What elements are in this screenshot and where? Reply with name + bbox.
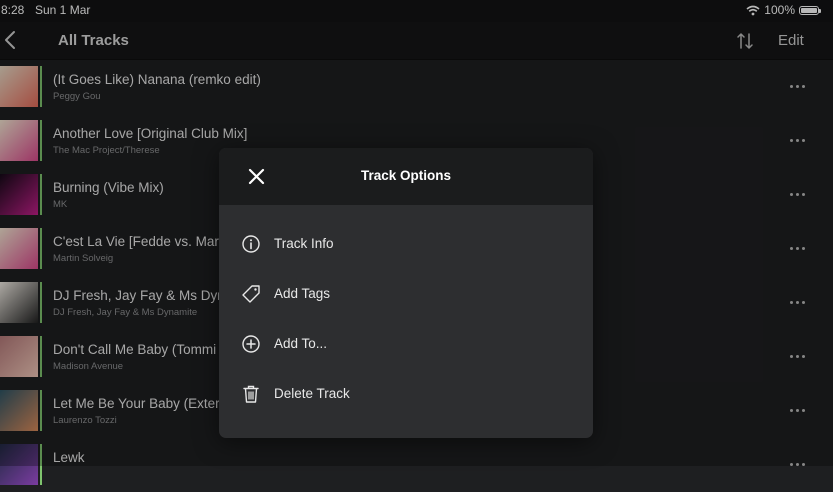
option-label: Track Info <box>274 236 334 251</box>
modal-title: Track Options <box>360 168 452 183</box>
tag-icon <box>242 285 260 303</box>
option-add-tags[interactable]: Add Tags <box>219 272 593 316</box>
modal-header: Track Options <box>219 148 593 205</box>
option-label: Delete Track <box>274 386 350 401</box>
option-track-info[interactable]: Track Info <box>219 222 593 266</box>
option-add-to[interactable]: Add To... <box>219 322 593 366</box>
plus-circle-icon <box>242 335 260 353</box>
track-options-modal: Track Options Track Info Add Tags Add To… <box>219 148 593 438</box>
trash-icon <box>243 385 259 403</box>
option-label: Add To... <box>274 336 328 351</box>
option-delete-track[interactable]: Delete Track <box>219 372 593 416</box>
info-icon <box>242 235 260 253</box>
option-label: Add Tags <box>274 286 331 301</box>
